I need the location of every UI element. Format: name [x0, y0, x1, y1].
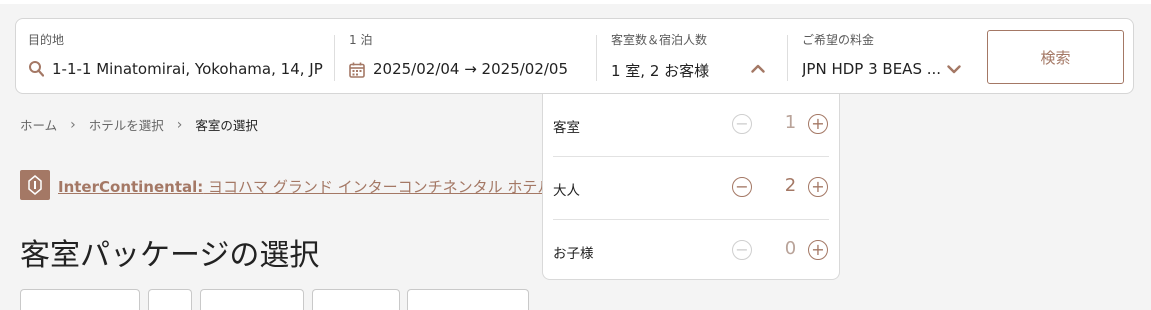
divider	[334, 35, 335, 81]
search-button[interactable]: 検索	[987, 30, 1124, 84]
divider	[596, 35, 597, 81]
guests-label: 客室数＆宿泊人数	[611, 33, 708, 47]
destination-value: 1-1-1 Minatomirai, Yokohama, 14, JP	[52, 60, 323, 78]
rate-label: ご希望の料金	[802, 33, 875, 47]
filter-chip[interactable]	[148, 289, 192, 310]
hotel-brand: InterContinental:	[58, 178, 204, 196]
date-field[interactable]: 1 泊 2025/02/04 → 2025/02/05	[349, 19, 599, 95]
destination-label: 目的地	[28, 33, 65, 47]
children-row: お子様 − 0 +	[553, 220, 829, 283]
divider	[787, 35, 788, 81]
brand-emblem-icon	[28, 175, 42, 195]
filter-chip[interactable]	[312, 289, 400, 310]
chevron-up-icon[interactable]	[751, 63, 765, 73]
date-range-value: 2025/02/04 → 2025/02/05	[373, 60, 569, 78]
children-label: お子様	[553, 246, 594, 262]
chevron-down-icon[interactable]	[947, 65, 961, 75]
hotel-brand-logo	[20, 170, 50, 200]
guest-selector-dropdown: 客室 − 1 + 大人 − 2 + お子様 − 0 +	[542, 94, 840, 280]
adults-decrement-button[interactable]: −	[732, 177, 752, 197]
page-title: 客室パッケージの選択	[20, 238, 320, 273]
destination-field[interactable]: 目的地 1-1-1 Minatomirai, Yokohama, 14, JP	[28, 19, 328, 95]
adults-increment-button[interactable]: +	[808, 177, 828, 197]
children-decrement-button[interactable]: −	[732, 240, 752, 260]
rooms-label: 客室	[553, 120, 580, 136]
rate-field[interactable]: ご希望の料金 JPN HDP 3 BEAS ...	[802, 19, 972, 95]
rooms-row: 客室 − 1 +	[553, 94, 829, 157]
top-strip	[0, 0, 1151, 4]
search-bar: 目的地 1-1-1 Minatomirai, Yokohama, 14, JP …	[15, 18, 1134, 94]
chevron-right-icon: ›	[70, 116, 76, 133]
adults-row: 大人 − 2 +	[553, 157, 829, 220]
filter-chip[interactable]	[407, 289, 529, 310]
hotel-name-link[interactable]: InterContinental: ヨコハマ グランド インターコンチネンタル …	[58, 176, 548, 197]
rooms-increment-button[interactable]: +	[808, 114, 828, 134]
filter-chip[interactable]	[20, 289, 140, 310]
breadcrumb-current: 客室の選択	[195, 118, 258, 133]
children-count: 0	[784, 238, 797, 259]
guests-value: 1 室, 2 お客様	[611, 62, 710, 80]
children-increment-button[interactable]: +	[808, 240, 828, 260]
adults-label: 大人	[553, 183, 580, 199]
breadcrumb-select-hotel[interactable]: ホテルを選択	[89, 118, 164, 133]
breadcrumb: ホーム › ホテルを選択 › 客室の選択	[20, 115, 258, 134]
hotel-name: ヨコハマ グランド インターコンチネンタル ホテル	[203, 178, 548, 196]
adults-count: 2	[784, 175, 797, 196]
chevron-right-icon: ›	[176, 116, 183, 133]
nights-label: 1 泊	[349, 33, 373, 47]
guests-field[interactable]: 客室数＆宿泊人数 1 室, 2 お客様	[611, 19, 781, 95]
filter-chip[interactable]	[200, 289, 304, 310]
rooms-count: 1	[784, 112, 797, 133]
breadcrumb-home[interactable]: ホーム	[20, 118, 57, 133]
rooms-decrement-button[interactable]: −	[732, 114, 752, 134]
rate-value: JPN HDP 3 BEAS ...	[802, 60, 942, 78]
search-icon	[29, 61, 44, 77]
calendar-icon	[349, 62, 365, 78]
